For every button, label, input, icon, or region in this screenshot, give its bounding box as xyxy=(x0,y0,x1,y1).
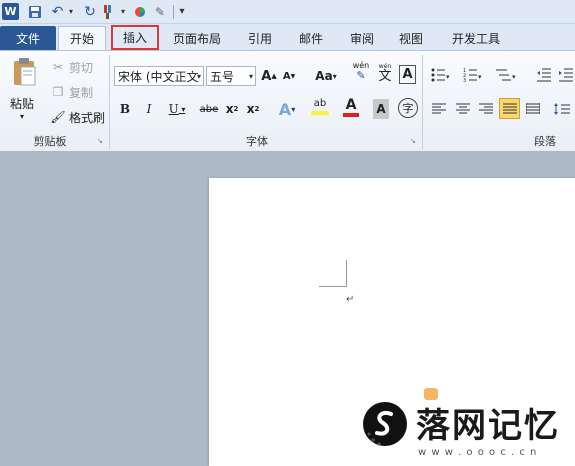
text-effects-button[interactable]: A ▾ xyxy=(275,99,299,119)
highlight-color-swatch xyxy=(311,111,329,115)
paragraph-mark-icon: ↵ xyxy=(346,294,355,305)
copy-label: 复制 xyxy=(69,85,94,100)
phonetic-guide-icon[interactable]: wén 文 xyxy=(376,63,394,83)
shrink-font-icon[interactable]: A ▼ xyxy=(282,66,296,86)
format-painter-label: 格式刷 xyxy=(69,110,106,125)
decrease-indent-icon[interactable] xyxy=(535,65,553,85)
brush-icon: 🖌 xyxy=(50,110,66,124)
bullets-icon[interactable]: ▾ xyxy=(430,65,452,85)
tab-mailings[interactable]: 邮件 xyxy=(293,26,329,50)
svg-text:3: 3 xyxy=(463,78,466,82)
watermark-logo-icon xyxy=(363,402,407,446)
superscript-button[interactable]: x2 xyxy=(245,99,261,119)
tab-references[interactable]: 引用 xyxy=(242,26,278,50)
svg-text:▾: ▾ xyxy=(512,73,516,81)
paragraph-group-label: 段落 xyxy=(534,135,556,148)
multilevel-list-icon[interactable]: ▾ xyxy=(494,65,518,85)
svg-text:▾: ▾ xyxy=(446,73,450,81)
toolbar-divider xyxy=(173,5,174,19)
line-spacing-icon[interactable] xyxy=(552,99,572,119)
tab-file[interactable]: 文件 xyxy=(0,26,56,50)
grow-font-icon[interactable]: A ▲ xyxy=(261,66,276,86)
tab-insert[interactable]: 插入 xyxy=(111,25,159,50)
align-left-icon[interactable] xyxy=(430,99,448,119)
tab-review[interactable]: 审阅 xyxy=(344,26,380,50)
paste-icon xyxy=(14,58,36,86)
justify-icon[interactable] xyxy=(499,98,520,119)
format-painter-icon[interactable] xyxy=(102,3,116,20)
font-group-label: 字体 xyxy=(246,135,268,148)
align-center-icon[interactable] xyxy=(454,99,472,119)
scissors-icon: ✂ xyxy=(52,60,64,74)
redo-icon[interactable]: ↻ xyxy=(83,3,97,20)
font-color-swatch xyxy=(343,112,359,117)
strikethrough-button[interactable]: abe xyxy=(198,99,220,119)
font-name-dropdown-icon[interactable]: ▾ xyxy=(197,72,201,81)
font-launcher-icon[interactable]: ↘ xyxy=(410,137,418,145)
cut-button[interactable]: ✂ 剪切 xyxy=(50,57,93,77)
color-wheel-icon[interactable] xyxy=(133,3,147,20)
format-painter-button[interactable]: 🖌 格式刷 xyxy=(50,107,105,127)
group-divider xyxy=(422,55,423,149)
copy-button[interactable]: ❐ 复制 xyxy=(50,82,93,102)
font-size-dropdown-icon[interactable]: ▾ xyxy=(249,72,253,81)
group-divider xyxy=(109,55,110,149)
paste-button[interactable]: 粘贴 ▾ xyxy=(4,55,44,121)
font-name-value: 宋体 (中文正文 xyxy=(118,69,199,84)
enclose-characters-button[interactable]: 字 xyxy=(398,98,418,118)
cut-label: 剪切 xyxy=(69,60,94,75)
ribbon-home: 粘贴 ▾ ✂ 剪切 ❐ 复制 🖌 格式刷 剪贴板 ↘ 宋体 (中文正文 ▾ 五号… xyxy=(0,50,575,152)
margin-corner-mark xyxy=(319,286,347,287)
distribute-icon[interactable] xyxy=(524,99,542,119)
word-app-icon[interactable]: W xyxy=(2,3,19,20)
tab-home[interactable]: 开始 xyxy=(58,26,106,50)
customize-toolbar-icon[interactable]: ▾ xyxy=(177,3,187,20)
align-right-icon[interactable] xyxy=(477,99,495,119)
highlight-button[interactable]: ab xyxy=(306,97,334,117)
tab-view[interactable]: 视图 xyxy=(393,26,429,50)
quick-access-toolbar: W ↶ ▾ ↻ ▾ ✎ ▾ xyxy=(0,0,575,24)
change-case-icon[interactable]: Aa ▾ xyxy=(312,66,340,86)
svg-text:▾: ▾ xyxy=(478,73,482,81)
numbering-icon[interactable]: 1 2 3 ▾ xyxy=(462,65,484,85)
font-size-value: 五号 xyxy=(210,69,235,84)
clear-format-icon[interactable]: wén ✎ xyxy=(351,61,371,81)
tab-developer[interactable]: 开发工具 xyxy=(446,26,506,50)
margin-corner-mark xyxy=(346,260,347,286)
underline-button[interactable]: U ▾ xyxy=(165,99,189,119)
pen-icon[interactable]: ✎ xyxy=(153,3,167,20)
copy-icon: ❐ xyxy=(52,85,64,99)
font-size-box[interactable]: 五号 ▾ xyxy=(206,66,256,86)
clipboard-launcher-icon[interactable]: ↘ xyxy=(97,137,105,145)
undo-icon[interactable]: ↶ xyxy=(50,3,65,20)
subscript-button[interactable]: x2 xyxy=(224,99,240,119)
clipboard-group-label: 剪贴板 xyxy=(33,135,67,148)
font-name-box[interactable]: 宋体 (中文正文 ▾ xyxy=(114,66,204,86)
format-painter-dropdown-icon[interactable]: ▾ xyxy=(119,3,127,20)
paste-label: 粘贴 xyxy=(10,97,35,111)
save-icon[interactable] xyxy=(27,3,42,20)
italic-button[interactable]: I xyxy=(142,99,156,119)
undo-dropdown-icon[interactable]: ▾ xyxy=(67,3,75,20)
tab-page-layout[interactable]: 页面布局 xyxy=(167,26,227,50)
paste-dropdown-icon[interactable]: ▾ xyxy=(20,112,24,121)
font-color-button[interactable]: A xyxy=(338,97,364,117)
character-shading-button[interactable]: A xyxy=(373,99,389,119)
ribbon-tabs: 文件 开始 插入 页面布局 引用 邮件 审阅 视图 开发工具 xyxy=(0,24,575,50)
watermark-url: w w w . o o o c . c n xyxy=(418,447,538,458)
character-border-icon[interactable]: A xyxy=(399,65,416,84)
watermark-text: 落网记忆 xyxy=(416,406,560,446)
bold-button[interactable]: B xyxy=(117,99,133,119)
increase-indent-icon[interactable] xyxy=(557,65,575,85)
